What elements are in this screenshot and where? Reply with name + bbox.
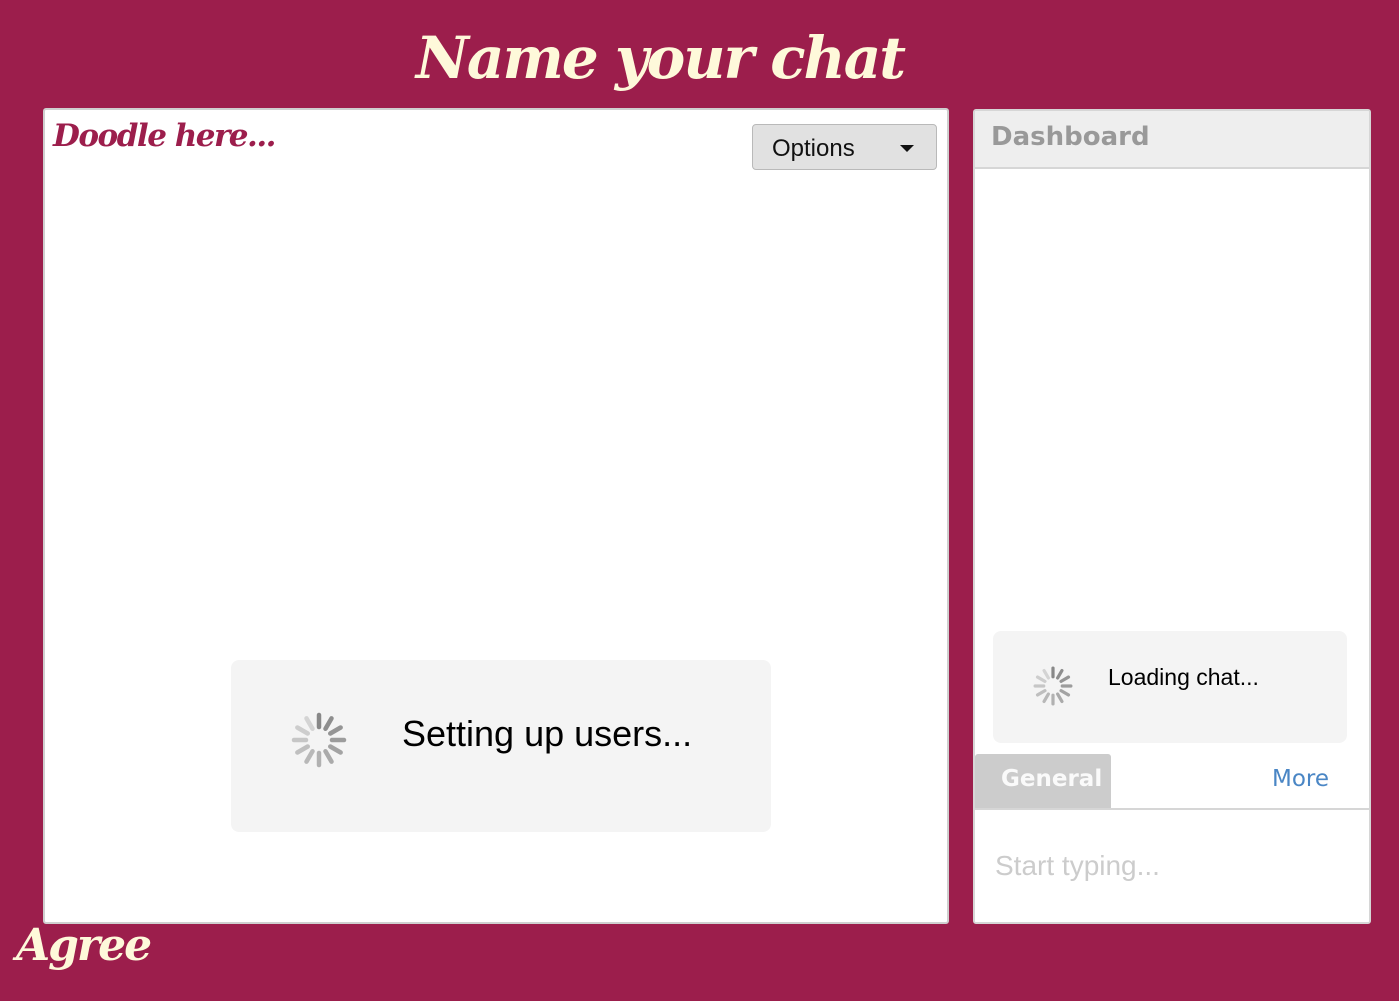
doodle-canvas[interactable]: Doodle here... Options Setting up users.… (43, 108, 949, 924)
tab-more[interactable]: More (1272, 766, 1329, 792)
loading-chat-text: Loading chat... (1108, 664, 1259, 690)
agree-logo: Agree (16, 920, 152, 971)
dashboard-title: Dashboard (991, 122, 1150, 152)
loading-chat-status: Loading chat... (993, 631, 1347, 743)
dashboard-header: Dashboard (975, 111, 1369, 169)
chat-title[interactable]: Name your chat (300, 18, 1020, 98)
options-dropdown-button[interactable]: Options (752, 124, 937, 170)
spinner-icon (291, 712, 347, 768)
dashboard-panel: Dashboard Loading chat... General More (973, 109, 1371, 924)
tab-general[interactable]: General (975, 754, 1111, 808)
chat-message-input[interactable] (975, 810, 1369, 922)
options-label: Options (772, 135, 855, 162)
tab-general-label: General (1001, 766, 1103, 792)
setting-up-users-status: Setting up users... (231, 660, 771, 832)
caret-down-icon (900, 145, 914, 152)
doodle-label: Doodle here... (53, 118, 276, 154)
spinner-icon (1033, 666, 1073, 706)
setting-up-users-text: Setting up users... (402, 713, 693, 754)
